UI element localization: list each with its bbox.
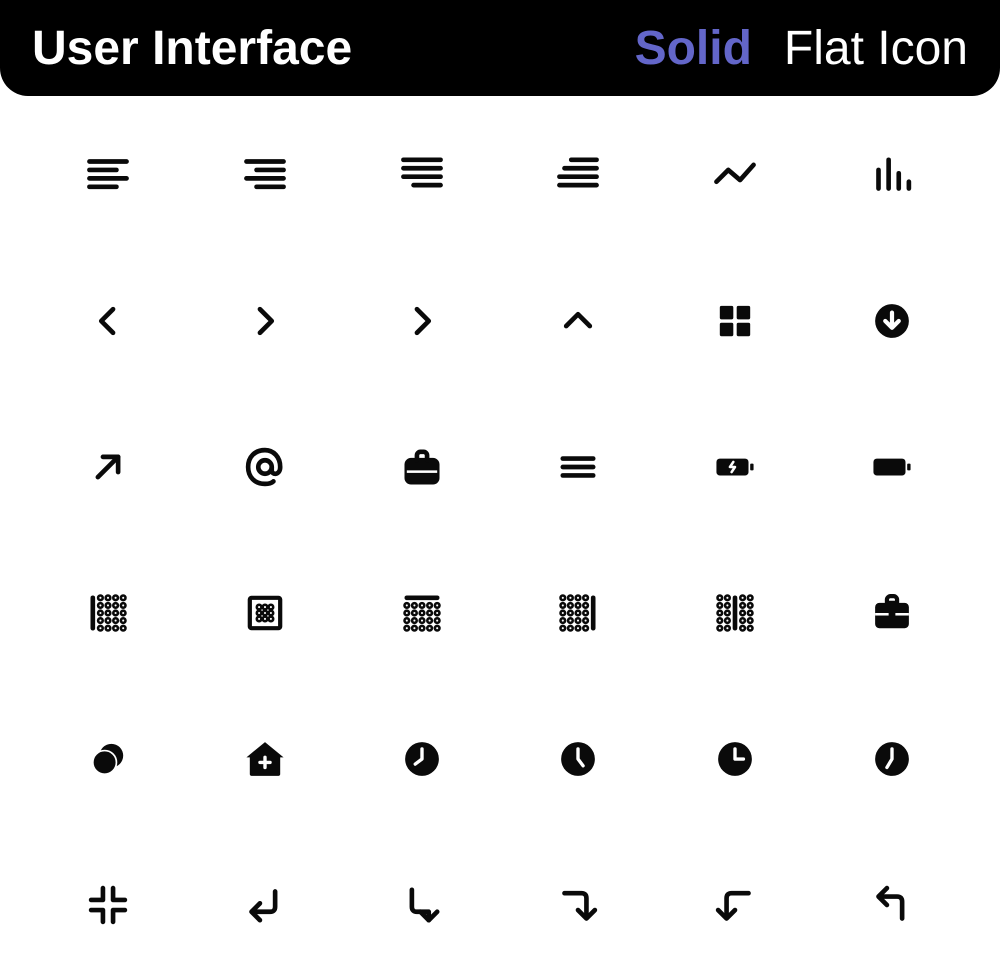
arrow-down-right-turn-icon — [395, 878, 449, 937]
at-sign-icon — [238, 440, 292, 499]
align-justify-right-icon — [395, 148, 449, 207]
arrow-up-left-turn-icon — [865, 878, 919, 937]
clock-3-icon — [708, 732, 762, 791]
battery-icon — [865, 440, 919, 499]
header-flat-label: Flat Icon — [784, 21, 968, 76]
align-right-icon — [238, 148, 292, 207]
clock-1-icon — [395, 732, 449, 791]
header-solid-label: Solid — [635, 21, 752, 76]
align-left-icon — [81, 148, 135, 207]
battery-charging-icon — [708, 440, 762, 499]
grid-icon — [708, 294, 762, 353]
arrow-right-down-turn-icon — [551, 878, 605, 937]
briefcase-icon — [395, 440, 449, 499]
menu-icon — [551, 440, 605, 499]
minimize-icon — [81, 878, 135, 937]
border-left-icon — [81, 586, 135, 645]
icon-grid — [0, 96, 1000, 980]
briefcase-solid-icon — [865, 586, 919, 645]
header-bar: User Interface Solid Flat Icon — [0, 0, 1000, 96]
clock-2-icon — [551, 732, 605, 791]
line-chart-icon — [708, 148, 762, 207]
header-title: User Interface — [32, 21, 603, 76]
border-box-icon — [238, 586, 292, 645]
align-decrease-icon — [551, 148, 605, 207]
border-top-icon — [395, 586, 449, 645]
bar-chart-icon — [865, 148, 919, 207]
home-plus-icon — [238, 732, 292, 791]
chevron-right-2-icon — [395, 294, 449, 353]
clock-4-icon — [865, 732, 919, 791]
border-right-icon — [551, 586, 605, 645]
border-vertical-icon — [708, 586, 762, 645]
chevron-right-icon — [238, 294, 292, 353]
chevron-up-icon — [551, 294, 605, 353]
chevron-left-icon — [81, 294, 135, 353]
coins-icon — [81, 732, 135, 791]
arrow-up-right-icon — [81, 440, 135, 499]
enter-icon — [238, 878, 292, 937]
arrow-left-down-turn-icon — [708, 878, 762, 937]
arrow-down-circle-icon — [865, 294, 919, 353]
